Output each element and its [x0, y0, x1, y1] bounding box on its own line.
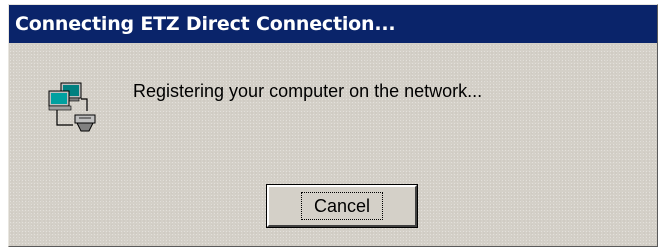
cancel-button[interactable]: Cancel — [266, 184, 418, 228]
status-message: Registering your computer on the network… — [133, 81, 483, 101]
title-bar[interactable]: Connecting ETZ Direct Connection... — [9, 5, 657, 43]
window-title: Connecting ETZ Direct Connection... — [15, 13, 396, 35]
connecting-dialog: Connecting ETZ Direct Connection... Regi… — [8, 4, 658, 247]
cancel-button-label: Cancel — [300, 192, 384, 220]
network-computers-icon — [48, 82, 96, 132]
